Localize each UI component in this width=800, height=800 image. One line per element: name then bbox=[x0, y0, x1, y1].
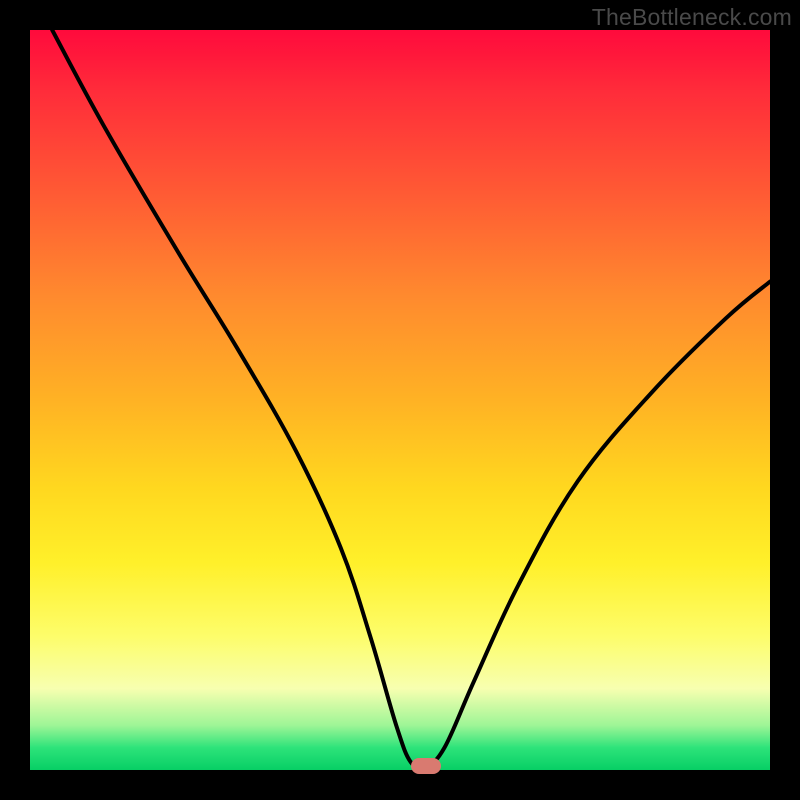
chart-frame: TheBottleneck.com bbox=[0, 0, 800, 800]
watermark-text: TheBottleneck.com bbox=[592, 4, 792, 31]
optimal-point-marker bbox=[411, 758, 441, 774]
plot-area bbox=[30, 30, 770, 770]
bottleneck-curve bbox=[30, 30, 770, 770]
